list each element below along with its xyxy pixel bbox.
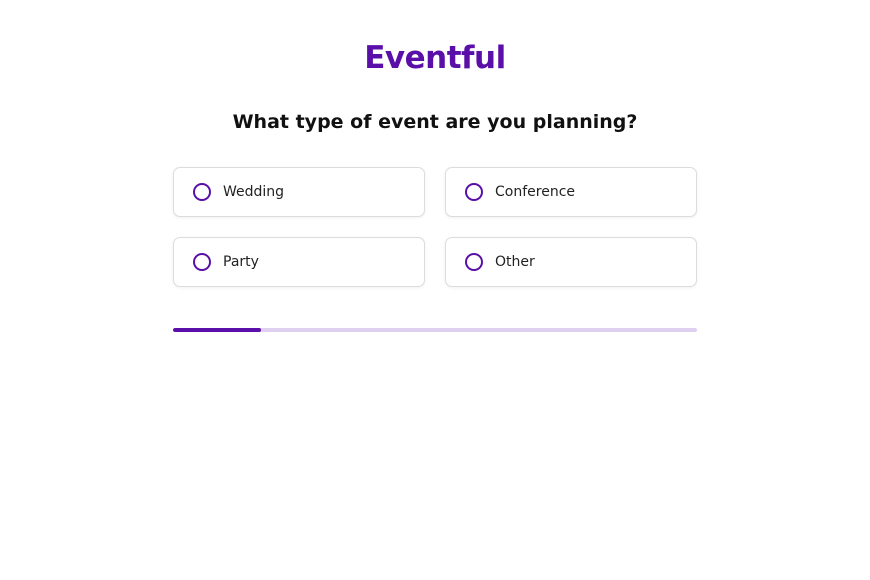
radio-button[interactable] xyxy=(465,183,483,201)
option-party[interactable]: Party xyxy=(173,237,425,287)
option-label: Other xyxy=(495,254,535,270)
radio-button[interactable] xyxy=(193,183,211,201)
progress-bar-fill xyxy=(173,328,261,332)
option-label: Conference xyxy=(495,184,576,200)
radio-button[interactable] xyxy=(193,253,211,271)
option-other[interactable]: Other xyxy=(445,237,697,287)
option-label: Party xyxy=(223,254,259,270)
option-label: Wedding xyxy=(223,184,285,200)
survey-page: Eventful What type of event are you plan… xyxy=(0,0,870,580)
option-conference[interactable]: Conference xyxy=(445,167,697,217)
brand-logo: Eventful xyxy=(364,40,506,76)
event-type-options: Wedding Conference Party Other xyxy=(173,167,697,287)
progress-bar xyxy=(173,328,697,332)
radio-button[interactable] xyxy=(465,253,483,271)
option-wedding[interactable]: Wedding xyxy=(173,167,425,217)
question-title: What type of event are you planning? xyxy=(232,111,638,133)
